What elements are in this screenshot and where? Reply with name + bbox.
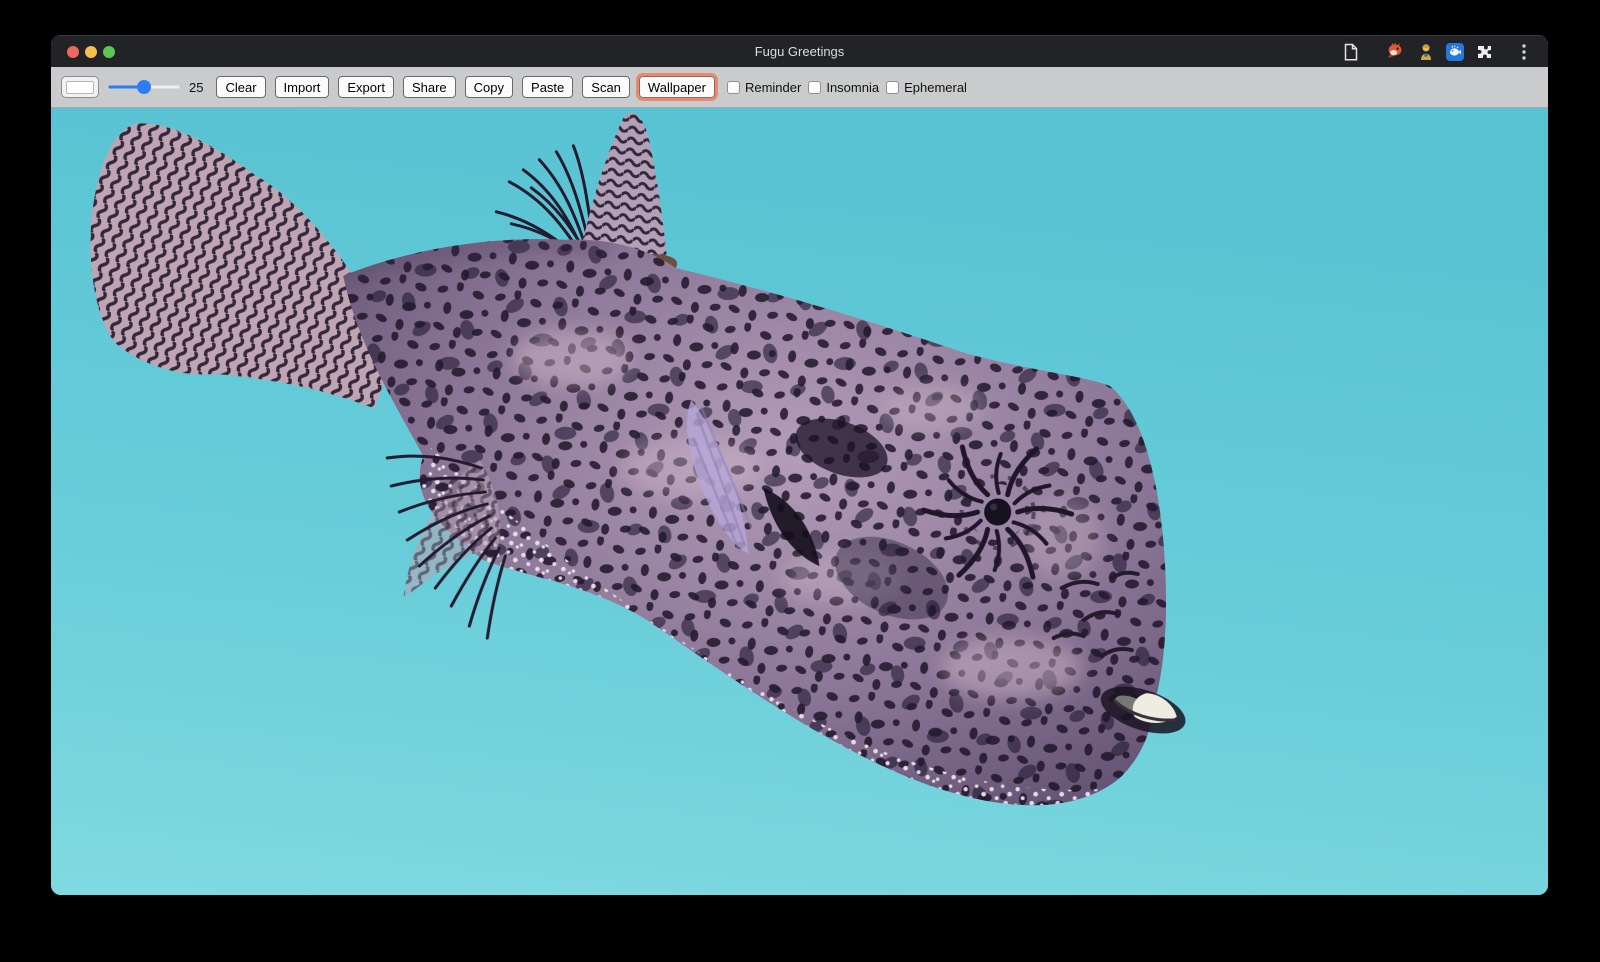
insomnia-label: Insomnia xyxy=(826,80,879,95)
reminder-option[interactable]: Reminder xyxy=(727,80,801,95)
titlebar-icons xyxy=(1341,36,1534,68)
copy-button[interactable]: Copy xyxy=(465,76,513,98)
ephemeral-option[interactable]: Ephemeral xyxy=(886,80,967,95)
pufferfish-extension-icon[interactable] xyxy=(1385,42,1405,62)
drawing-canvas[interactable] xyxy=(51,108,1548,895)
paste-button[interactable]: Paste xyxy=(522,76,573,98)
insomnia-option[interactable]: Insomnia xyxy=(808,80,879,95)
fugu-app-icon[interactable] xyxy=(1445,42,1465,62)
document-icon[interactable] xyxy=(1341,42,1361,62)
toolbar: 25 Clear Import Export Share Copy Paste … xyxy=(51,67,1548,108)
import-button[interactable]: Import xyxy=(275,76,330,98)
window-title: Fugu Greetings xyxy=(51,36,1548,68)
extensions-puzzle-icon[interactable] xyxy=(1474,42,1494,62)
pufferfish-illustration xyxy=(51,108,1548,895)
titlebar: Fugu Greetings xyxy=(51,35,1548,67)
ephemeral-label: Ephemeral xyxy=(904,80,967,95)
share-button[interactable]: Share xyxy=(403,76,456,98)
slider-value: 25 xyxy=(189,80,203,95)
app-window: Fugu Greetings xyxy=(51,35,1548,895)
slider-thumb[interactable] xyxy=(137,80,151,94)
kebab-menu-icon[interactable] xyxy=(1514,42,1534,62)
clear-button[interactable]: Clear xyxy=(216,76,265,98)
stroke-width-slider[interactable] xyxy=(108,80,180,94)
color-picker-input[interactable] xyxy=(61,76,99,98)
ephemeral-checkbox[interactable] xyxy=(886,81,899,94)
toolbar-checkboxes: Reminder Insomnia Ephemeral xyxy=(727,80,974,95)
color-swatch xyxy=(66,81,94,94)
reminder-label: Reminder xyxy=(745,80,801,95)
export-button[interactable]: Export xyxy=(338,76,394,98)
insomnia-checkbox[interactable] xyxy=(808,81,821,94)
scan-button[interactable]: Scan xyxy=(582,76,630,98)
person-extension-icon[interactable] xyxy=(1416,42,1436,62)
reminder-checkbox[interactable] xyxy=(727,81,740,94)
wallpaper-button[interactable]: Wallpaper xyxy=(639,76,715,98)
